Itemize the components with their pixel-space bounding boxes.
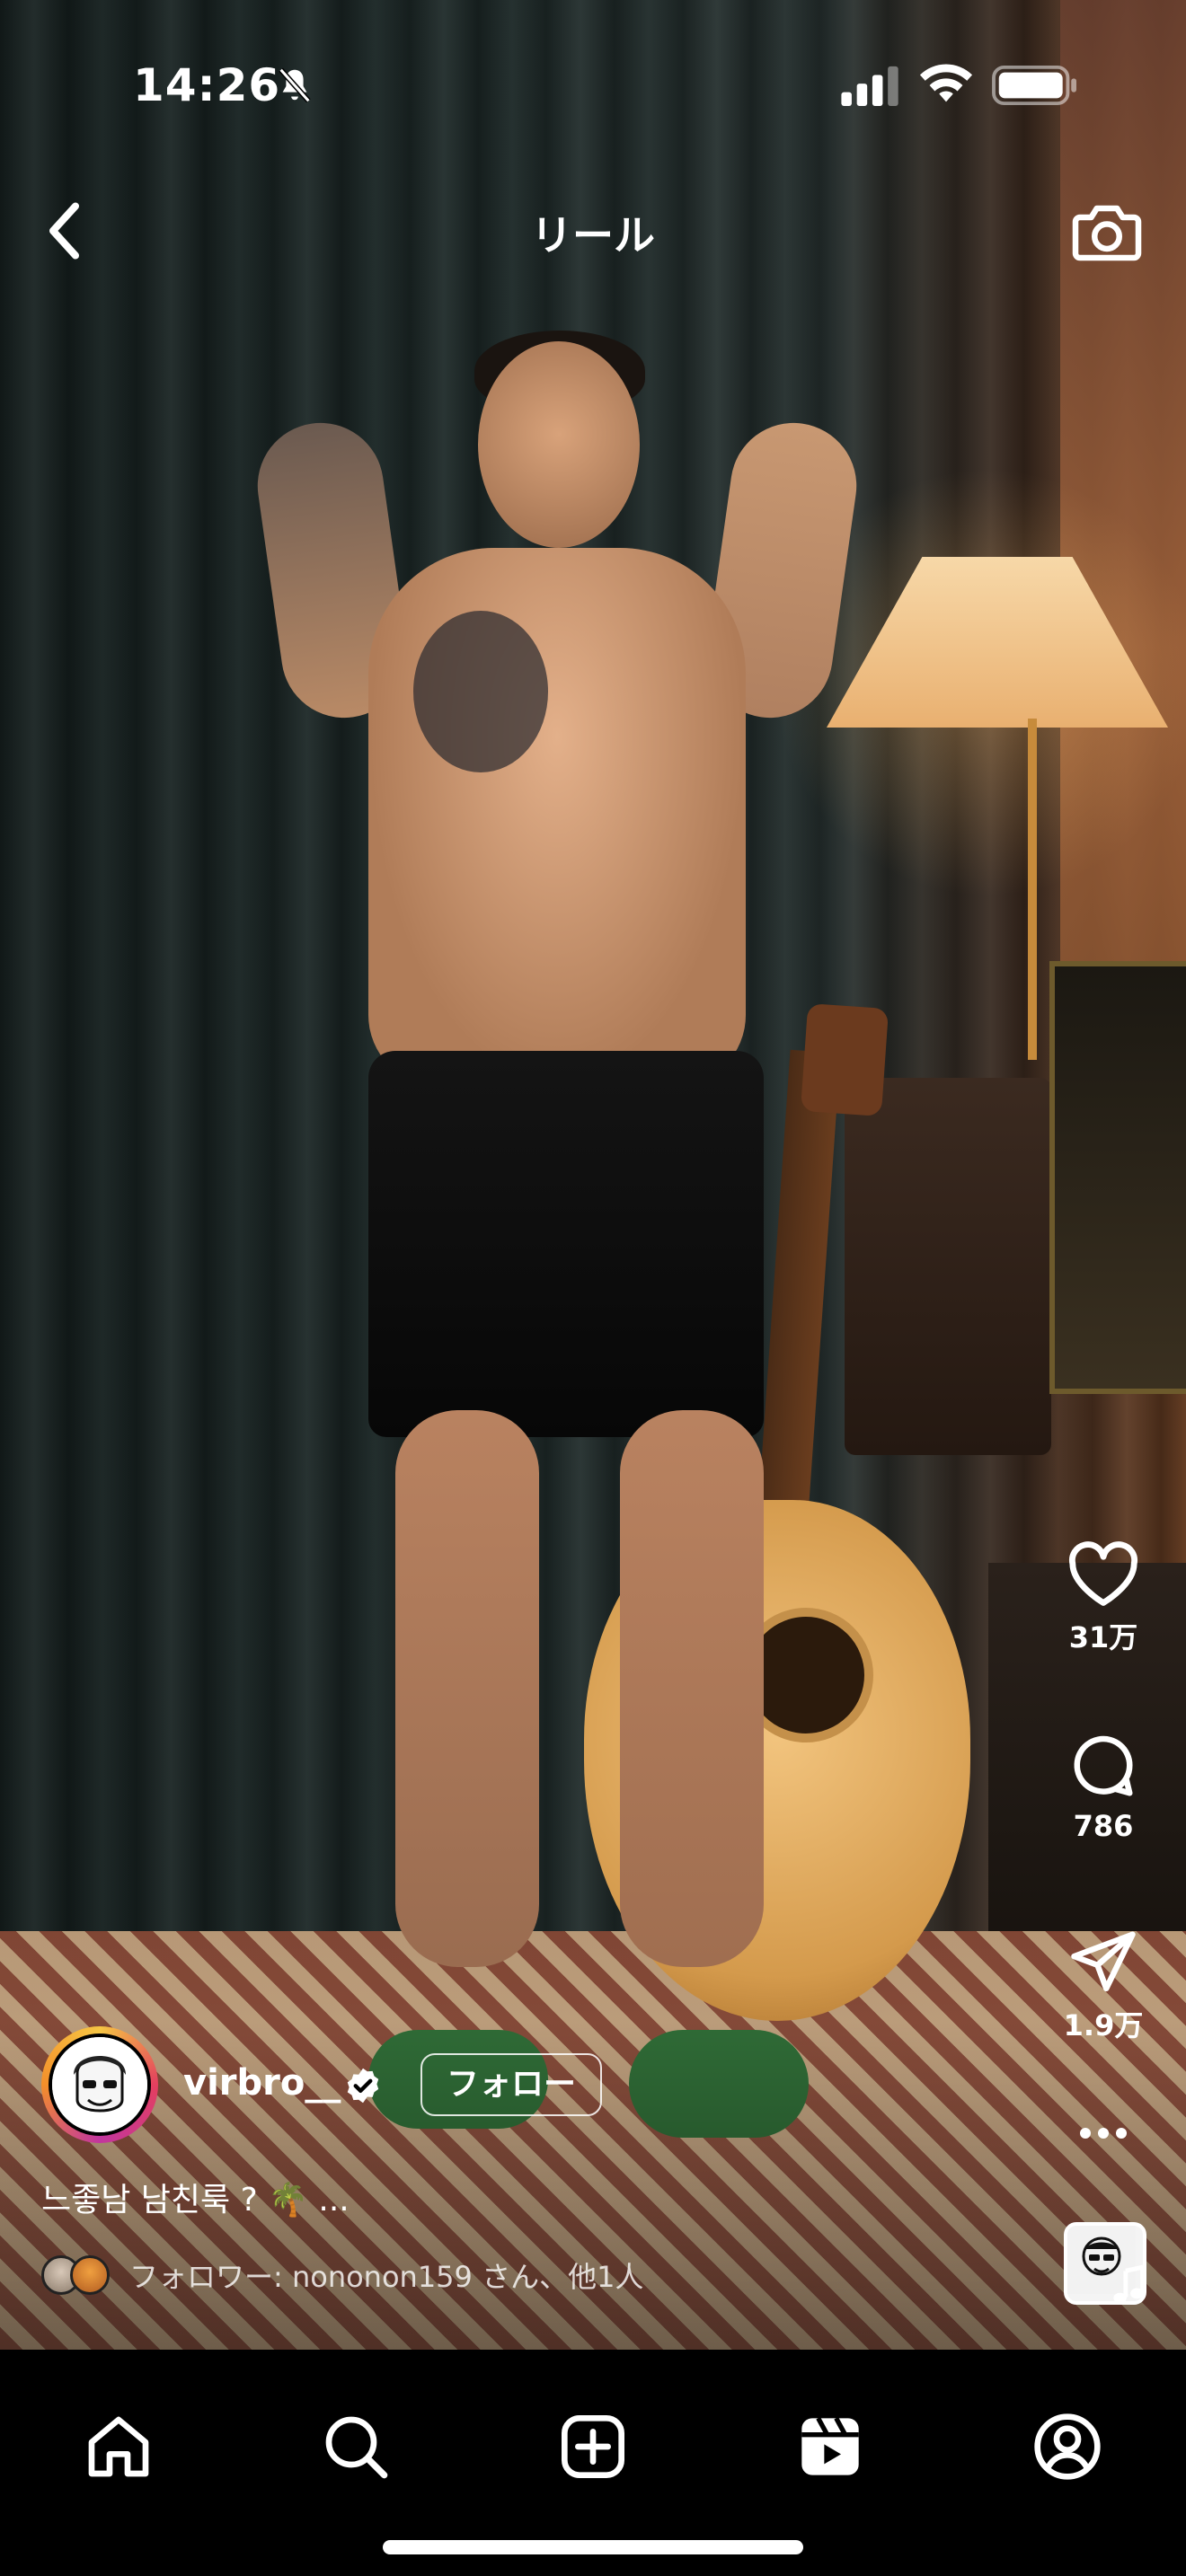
wifi-icon xyxy=(919,64,973,102)
music-note-icon xyxy=(1113,2264,1146,2304)
comment-count: 786 xyxy=(1073,1809,1134,1843)
like-action[interactable]: 31万 xyxy=(1051,1539,1155,1656)
creator-avatar[interactable] xyxy=(41,2026,158,2143)
create-icon[interactable] xyxy=(557,2411,629,2483)
subject-shorts xyxy=(368,1051,764,1437)
send-icon[interactable] xyxy=(1068,1926,1138,1996)
more-icon[interactable] xyxy=(1076,2120,1130,2147)
follower-avatar xyxy=(70,2255,110,2295)
status-time: 14:26 xyxy=(133,59,281,111)
verified-badge-icon xyxy=(347,2068,379,2104)
home-indicator[interactable] xyxy=(383,2540,803,2554)
subject-leg-left xyxy=(395,1410,539,1967)
home-icon[interactable] xyxy=(83,2411,155,2483)
subject-leg-right xyxy=(620,1410,764,1967)
followed-by-text: フォロワー: nononon159 さん、他1人 xyxy=(129,2260,644,2294)
battery-icon xyxy=(992,65,1076,106)
follow-button[interactable]: フォロー xyxy=(420,2053,602,2116)
comment-action[interactable]: 786 xyxy=(1051,1732,1155,1843)
search-icon[interactable] xyxy=(320,2411,392,2483)
avatar xyxy=(49,2033,151,2136)
creator-username[interactable]: virbro__ xyxy=(183,2062,341,2104)
reels-icon[interactable] xyxy=(794,2411,866,2483)
floor-lamp-pole xyxy=(1028,719,1037,1060)
camera-icon[interactable] xyxy=(1071,199,1143,262)
subject-head xyxy=(478,341,640,548)
bell-off-icon xyxy=(279,67,311,103)
heart-icon[interactable] xyxy=(1067,1539,1140,1608)
reel-video[interactable] xyxy=(0,0,1186,2350)
video-subject xyxy=(249,331,865,2138)
avatar-illustration xyxy=(52,2037,147,2132)
profile-icon[interactable] xyxy=(1031,2411,1103,2483)
like-count: 31万 xyxy=(1068,1620,1138,1654)
side-shelf xyxy=(845,1078,1051,1455)
subject-torso xyxy=(368,548,746,1087)
share-action[interactable]: 1.9万 xyxy=(1051,1926,1155,2044)
reel-caption[interactable]: 느좋남 남친룩 ? 🌴 ... xyxy=(41,2174,350,2220)
followed-by-row[interactable]: フォロワー: nononon159 さん、他1人 xyxy=(41,2253,643,2298)
comment-icon[interactable] xyxy=(1068,1732,1138,1802)
page-title: リール xyxy=(531,211,655,260)
chest-tattoo xyxy=(413,611,548,772)
cellular-signal-icon xyxy=(841,66,898,106)
wall-painting xyxy=(1049,961,1186,1394)
share-count: 1.9万 xyxy=(1063,2008,1144,2042)
